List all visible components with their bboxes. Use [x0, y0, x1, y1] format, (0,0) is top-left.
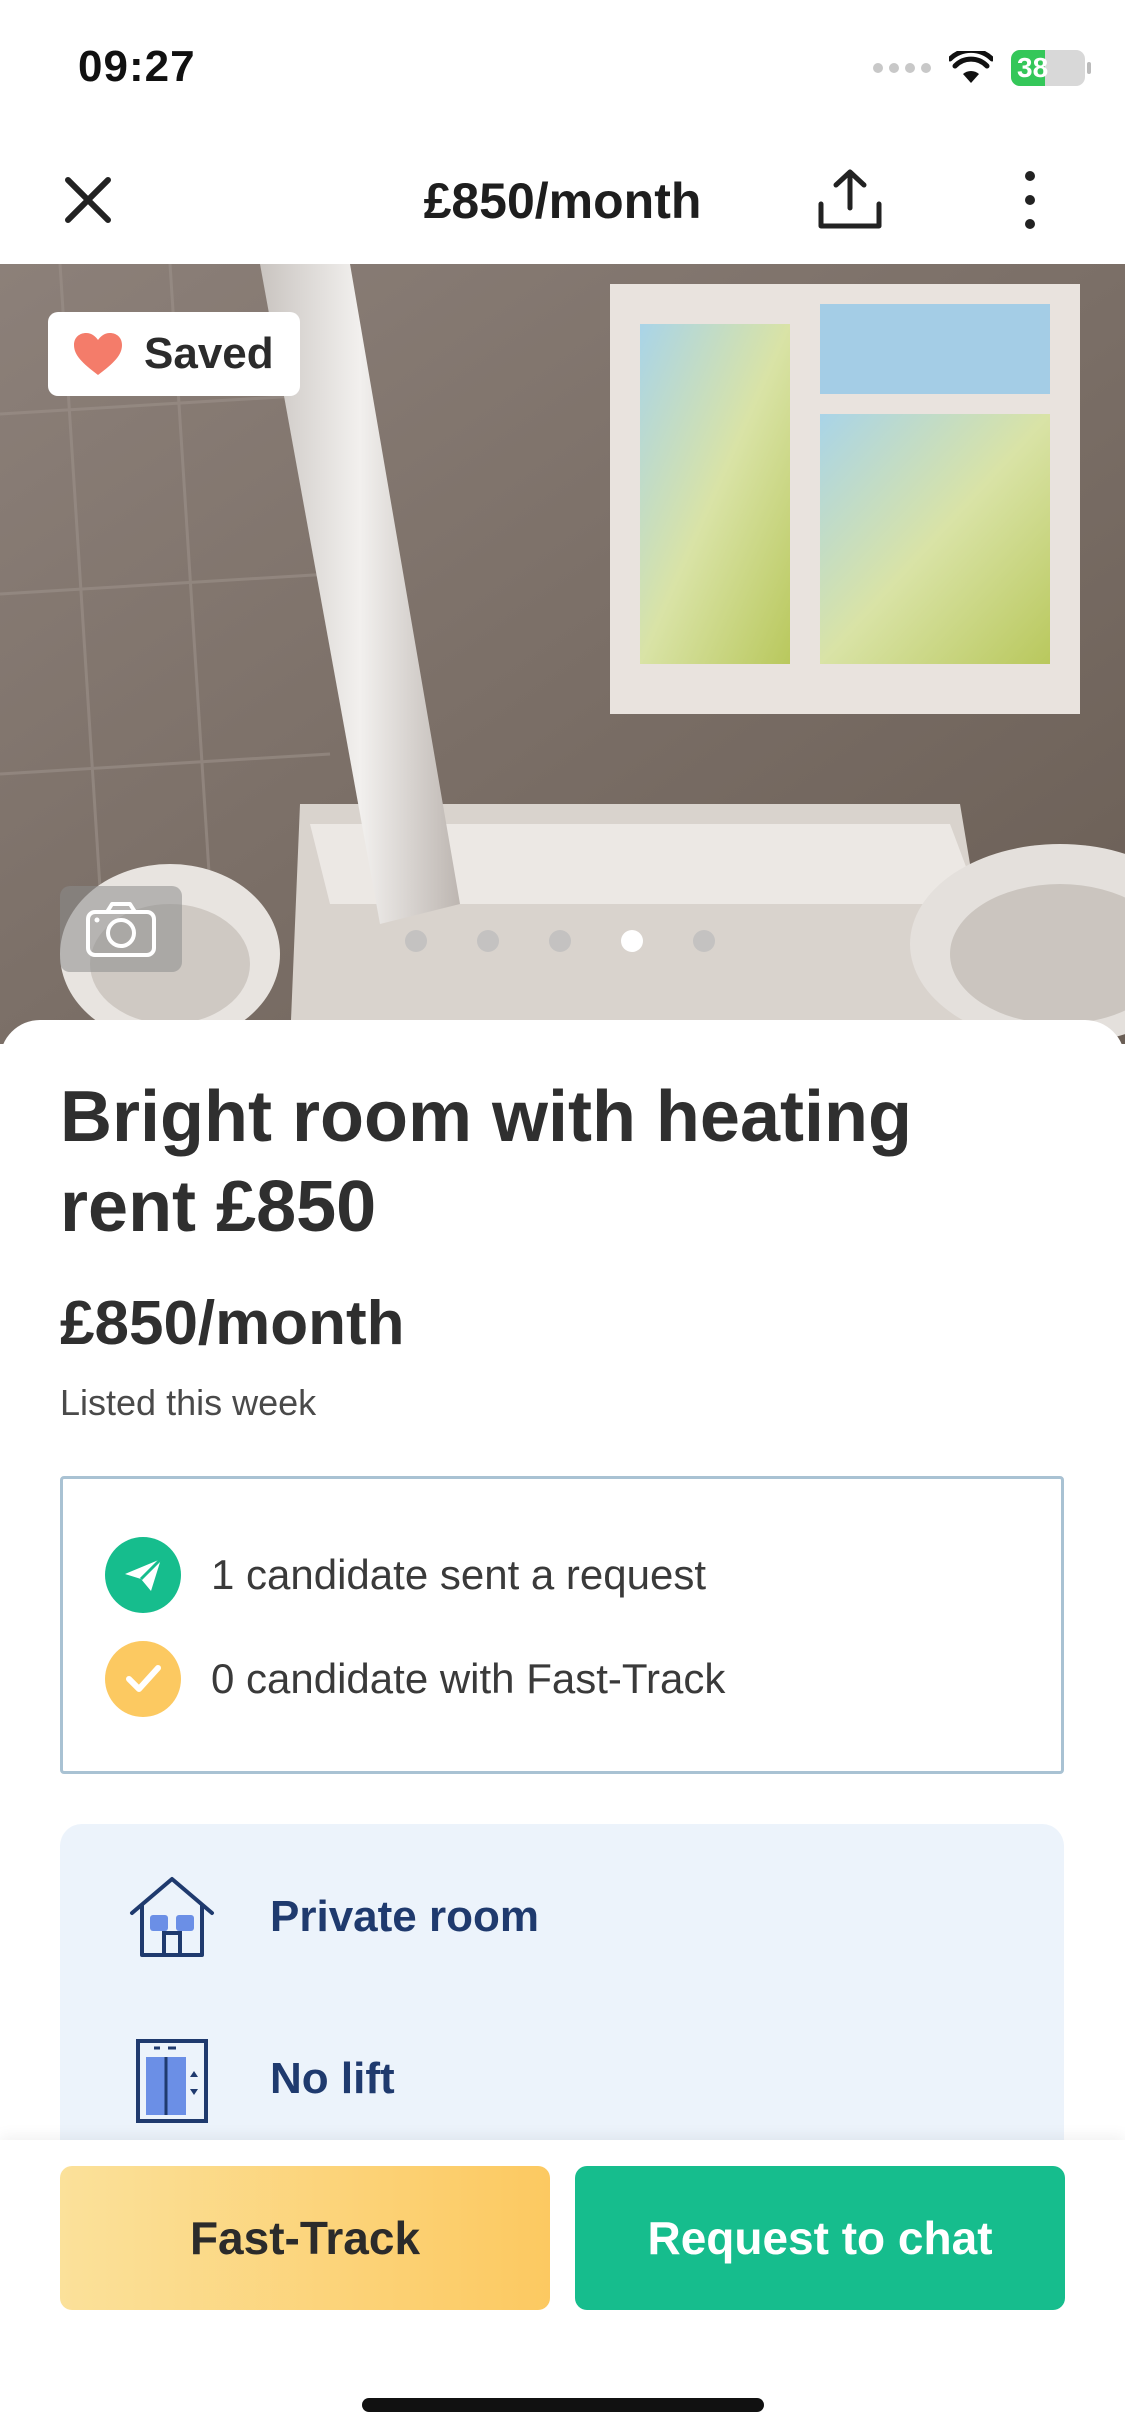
house-icon [130, 1877, 214, 1957]
status-time: 09:27 [78, 42, 196, 91]
battery-icon: 38 [1011, 50, 1091, 86]
feature-label: Private room [270, 1892, 539, 1941]
candidate-requests-text: 1 candidate sent a request [211, 1551, 707, 1598]
candidates-summary: 1 candidate sent a request 0 candidate w… [60, 1476, 1064, 1774]
page-title: £850/month [423, 173, 702, 229]
candidate-fasttrack-text: 0 candidate with Fast-Track [211, 1655, 726, 1702]
listing-title: Bright room with heating rent £850 [60, 1077, 912, 1247]
bottom-action-bar: Fast-Track Request to chat [0, 2140, 1125, 2436]
more-vertical-icon[interactable] [1010, 168, 1050, 232]
carousel-pagination [405, 930, 715, 952]
cellular-signal-icon [873, 63, 931, 73]
room-features: Private room No lift [60, 1824, 1064, 2184]
pagination-dot[interactable] [405, 930, 427, 952]
listing-photo-carousel[interactable]: Saved [0, 264, 1125, 1044]
wifi-icon [949, 51, 993, 83]
pagination-dot-active[interactable] [621, 930, 643, 952]
battery-level: 38 [1017, 52, 1049, 83]
heart-icon [74, 333, 122, 375]
saved-button[interactable]: Saved [48, 312, 300, 396]
candidate-requests-row: 1 candidate sent a request [105, 1537, 706, 1613]
fast-track-button[interactable]: Fast-Track [60, 2166, 550, 2310]
lift-icon [136, 2039, 208, 2123]
share-icon[interactable] [815, 164, 885, 234]
listing-details: Bright room with heating rent £850 £850/… [0, 1020, 1125, 2184]
status-bar: 09:27 38 [0, 0, 1125, 140]
feature-label: No lift [270, 2054, 395, 2103]
send-icon [105, 1537, 181, 1613]
camera-icon [86, 902, 156, 957]
check-icon [105, 1641, 181, 1717]
candidate-fasttrack-row: 0 candidate with Fast-Track [105, 1641, 725, 1717]
pagination-dot[interactable] [693, 930, 715, 952]
nav-bar: £850/month [0, 140, 1125, 264]
home-indicator[interactable] [362, 2398, 764, 2412]
listing-price: £850/month [60, 1289, 405, 1358]
photo-gallery-button[interactable] [60, 886, 182, 972]
listing-date: Listed this week [60, 1382, 317, 1423]
feature-no-lift: No lift [124, 2034, 395, 2124]
feature-private-room: Private room [124, 1872, 539, 1962]
pagination-dot[interactable] [477, 930, 499, 952]
pagination-dot[interactable] [549, 930, 571, 952]
status-icons: 38 [873, 50, 1091, 86]
saved-label: Saved [144, 329, 274, 378]
request-to-chat-button[interactable]: Request to chat [575, 2166, 1065, 2310]
